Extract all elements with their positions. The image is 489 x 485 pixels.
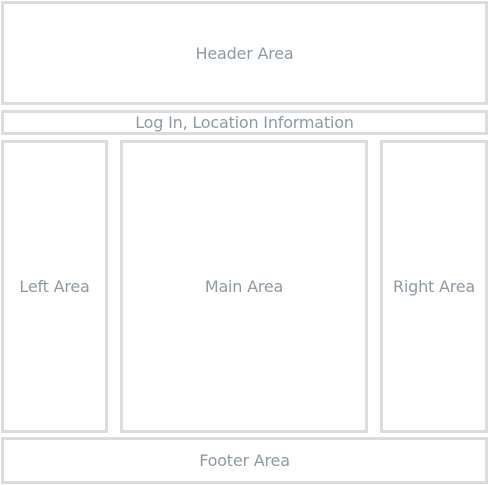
header-area-label: Header Area bbox=[195, 43, 294, 63]
login-location-label: Log In, Location Information bbox=[135, 113, 354, 132]
main-area-box: Main Area bbox=[120, 140, 368, 433]
main-area-label: Main Area bbox=[204, 277, 284, 296]
left-area-box: Left Area bbox=[1, 140, 108, 433]
right-area-box: Right Area bbox=[380, 140, 488, 433]
footer-area-label: Footer Area bbox=[199, 451, 290, 470]
footer-area-box: Footer Area bbox=[1, 437, 488, 484]
header-area-box: Header Area bbox=[1, 1, 488, 105]
login-location-bar: Log In, Location Information bbox=[1, 110, 488, 135]
right-area-label: Right Area bbox=[392, 277, 476, 296]
left-area-label: Left Area bbox=[19, 277, 90, 296]
